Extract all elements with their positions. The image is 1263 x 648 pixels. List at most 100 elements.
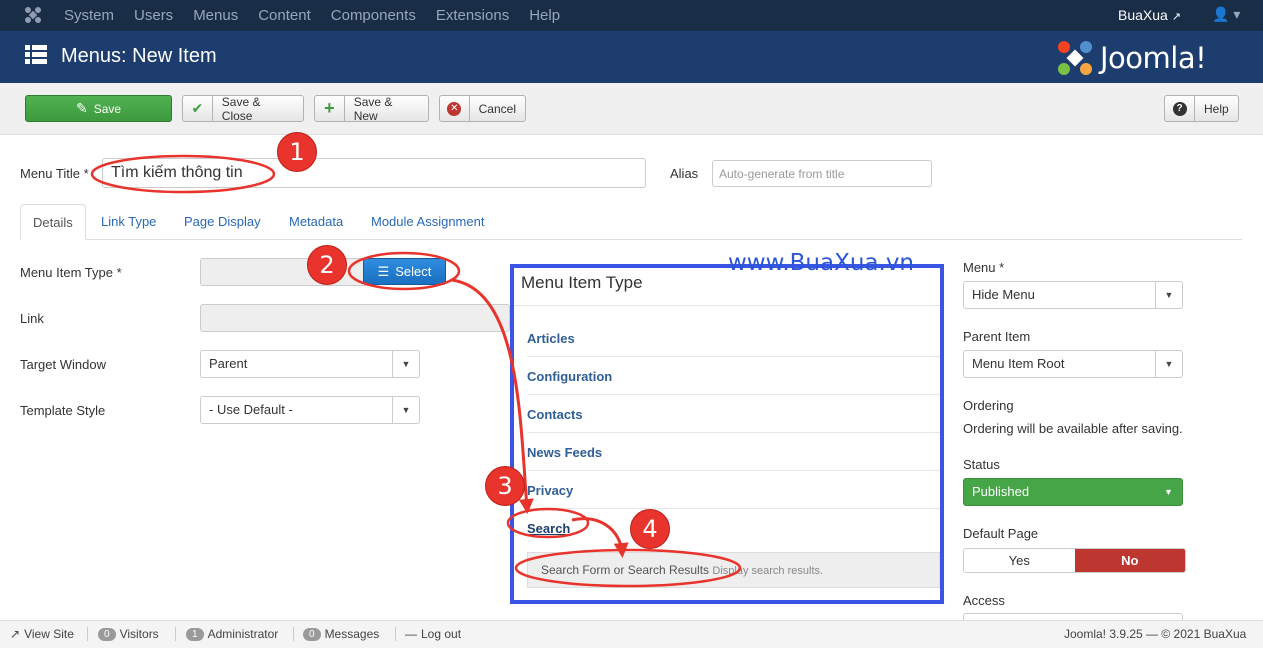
- type-configuration[interactable]: Configuration: [527, 357, 940, 395]
- step-3-marker: 3: [485, 466, 525, 506]
- type-privacy[interactable]: Privacy: [527, 471, 940, 509]
- admin-count: 1: [186, 627, 204, 641]
- link-field: [200, 304, 510, 332]
- view-site-label: View Site: [24, 627, 74, 641]
- caret-down-icon: ▼: [1155, 351, 1182, 377]
- menu-item-type-modal: Menu Item Type Articles Configuration Co…: [510, 264, 944, 604]
- type-contacts-label: Contacts: [527, 407, 583, 422]
- save-button[interactable]: ✎ Save: [25, 95, 172, 122]
- save-new-label: Save & New: [353, 94, 393, 123]
- target-window-select[interactable]: Parent ▼: [200, 350, 420, 378]
- user-icon: 👤: [1212, 6, 1230, 22]
- modal-title: Menu Item Type: [521, 273, 643, 292]
- caret-down-icon: ▼: [1155, 282, 1182, 308]
- search-results-hint: Display search results.: [712, 565, 824, 577]
- save-new-button[interactable]: + Save & New: [314, 94, 429, 123]
- divider: [87, 627, 88, 641]
- save-close-button[interactable]: ✔ Save & Close: [182, 95, 304, 123]
- menu-select[interactable]: Hide Menu ▼: [963, 281, 1183, 309]
- user-menu[interactable]: 👤 ▾: [1212, 6, 1240, 23]
- step-2-marker: 2: [307, 245, 347, 285]
- select-label: Select: [395, 264, 432, 279]
- search-results-option[interactable]: Search Form or Search Results Display se…: [527, 552, 940, 588]
- caret-down-icon: ▼: [392, 397, 419, 423]
- status-select[interactable]: Published ▼: [963, 478, 1183, 506]
- save-label: Save: [93, 101, 122, 116]
- type-configuration-label: Configuration: [527, 369, 613, 384]
- alias-input[interactable]: Auto-generate from title: [712, 160, 932, 187]
- tab-details[interactable]: Details: [20, 204, 86, 240]
- template-style-label: Template Style: [20, 403, 106, 418]
- admin-label: Administrator: [207, 627, 279, 641]
- type-search[interactable]: Search: [527, 509, 940, 547]
- type-news-feeds[interactable]: News Feeds: [527, 433, 940, 471]
- joomla-brand: Joomla!: [1056, 39, 1241, 77]
- menu-menus[interactable]: Menus: [193, 7, 238, 24]
- help-button[interactable]: ? Help: [1164, 95, 1239, 122]
- tab-metadata[interactable]: Metadata: [277, 204, 355, 240]
- menu-item-type-label: Menu Item Type *: [20, 265, 122, 280]
- menu-help[interactable]: Help: [529, 7, 560, 24]
- menu-content[interactable]: Content: [258, 7, 311, 24]
- watermark: www.BuaXua.vn: [728, 250, 915, 276]
- plus-icon: +: [315, 96, 345, 121]
- menu-value: Hide Menu: [972, 287, 1035, 302]
- list-icon: ☰: [377, 263, 390, 279]
- default-page-label: Default Page: [963, 526, 1039, 541]
- link-label: Link: [20, 311, 44, 326]
- type-articles[interactable]: Articles: [527, 319, 940, 357]
- cancel-label: Cancel: [478, 101, 516, 116]
- menu-label: Menu *: [963, 260, 1005, 275]
- parent-item-label: Parent Item: [963, 329, 1031, 344]
- menu-system[interactable]: System: [64, 7, 114, 24]
- logout-label: Log out: [421, 627, 462, 641]
- template-style-value: - Use Default -: [209, 402, 293, 417]
- minus-icon: —: [405, 627, 417, 641]
- top-navbar: System Users Menus Content Components Ex…: [0, 0, 1263, 31]
- edit-icon: ✎: [75, 100, 88, 116]
- joomla-logo-icon[interactable]: [24, 6, 42, 24]
- select-button[interactable]: ☰ Select: [363, 258, 446, 285]
- type-search-label: Search: [527, 521, 571, 536]
- caret-down-icon: ▼: [1164, 487, 1173, 497]
- type-news-feeds-label: News Feeds: [527, 445, 603, 460]
- messages-link[interactable]: 0 Messages: [303, 627, 379, 641]
- menu-users[interactable]: Users: [134, 7, 173, 24]
- menu-title-input[interactable]: Tìm kiếm thông tin: [102, 158, 646, 188]
- view-site-link[interactable]: ↗ View Site: [10, 627, 74, 641]
- cancel-button[interactable]: ✕ Cancel: [439, 95, 526, 122]
- page-header: Menus: New Item Joomla!: [0, 31, 1263, 83]
- tab-page-display[interactable]: Page Display: [172, 204, 273, 240]
- divider: [175, 627, 176, 641]
- ordering-label: Ordering: [963, 398, 1014, 413]
- template-style-select[interactable]: - Use Default - ▼: [200, 396, 420, 424]
- type-articles-label: Articles: [527, 331, 575, 346]
- tab-module-assignment[interactable]: Module Assignment: [359, 204, 496, 240]
- default-no-option[interactable]: No: [1074, 549, 1185, 572]
- step-1-marker: 1: [277, 132, 317, 172]
- ordering-text: Ordering will be available after saving.: [963, 421, 1183, 436]
- cancel-icon: ✕: [440, 96, 470, 121]
- type-contacts[interactable]: Contacts: [527, 395, 940, 433]
- menu-components[interactable]: Components: [331, 7, 416, 24]
- status-value: Published: [972, 484, 1030, 499]
- site-link[interactable]: BuaXua ↗: [1118, 7, 1181, 23]
- visitors-link[interactable]: 0 Visitors: [98, 627, 159, 641]
- help-label: Help: [1204, 101, 1229, 116]
- external-link-icon: ↗: [10, 627, 21, 641]
- tab-link-type[interactable]: Link Type: [89, 204, 168, 240]
- divider: [395, 627, 396, 641]
- logout-link[interactable]: — Log out: [405, 627, 461, 641]
- default-yes-option[interactable]: Yes: [964, 549, 1075, 572]
- default-page-toggle: Yes No: [963, 548, 1186, 573]
- admin-link[interactable]: 1 Administrator: [186, 627, 278, 641]
- joomla-brand-icon: [1058, 41, 1092, 75]
- parent-item-value: Menu Item Root: [972, 356, 1065, 371]
- caret-down-icon: ▼: [392, 351, 419, 377]
- parent-item-select[interactable]: Menu Item Root ▼: [963, 350, 1183, 378]
- alias-label: Alias: [670, 166, 699, 181]
- menu-extensions[interactable]: Extensions: [436, 7, 509, 24]
- question-icon: ?: [1165, 96, 1195, 121]
- site-name: BuaXua: [1118, 7, 1168, 23]
- step-4-marker: 4: [630, 509, 670, 549]
